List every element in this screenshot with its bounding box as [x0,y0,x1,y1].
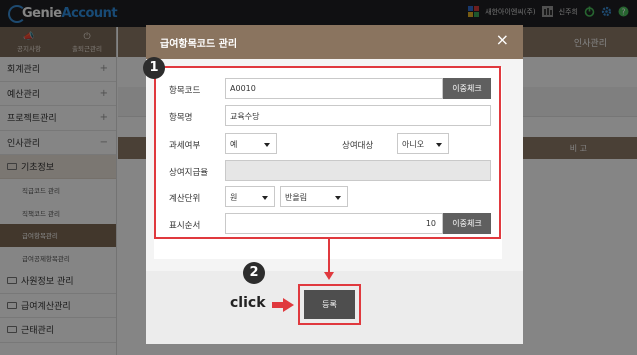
modal-title: 급여항목코드 관리 [160,39,238,50]
connector-arrowhead [324,272,334,280]
click-label: click [230,295,266,311]
step-badge-2: 2 [243,262,265,284]
step-badge-1: 1 [143,57,165,79]
highlight-form-box [154,66,501,239]
modal-header: 급여항목코드 관리 × [146,25,523,59]
register-button[interactable]: 등록 [304,290,355,319]
connector-line [328,237,330,274]
close-icon[interactable]: × [496,31,509,49]
arrow-right-icon [272,298,294,312]
